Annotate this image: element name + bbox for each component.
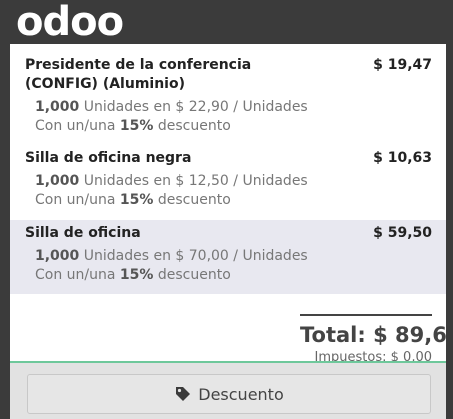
line-qty: 1,000 [35,99,80,115]
line-unit-text: Unidades en $ 22,90 / Unidades [83,99,308,115]
odoo-logo: odoo [16,0,124,45]
discount-suffix: descuento [157,267,231,283]
product-name: Silla de oficina negra [25,150,192,166]
tag-icon [174,385,192,403]
discount-button[interactable]: Descuento [27,374,431,414]
discount-button-label: Descuento [198,384,284,404]
orderline[interactable]: Presidente de la conferencia (CONFIG) (A… [10,56,446,136]
discount-suffix: descuento [157,192,231,208]
line-qty: 1,000 [35,248,80,264]
line-quantity-info: 1,000 Unidades en $ 12,50 / Unidades [35,172,432,191]
line-qty: 1,000 [35,173,80,189]
discount-prefix: Con un/una [35,267,116,283]
pos-header: odoo [0,0,453,44]
line-quantity-info: 1,000 Unidades en $ 70,00 / Unidades [35,247,432,266]
panel-edge [446,44,453,419]
line-unit-text: Unidades en $ 12,50 / Unidades [83,173,308,189]
product-name: Presidente de la conferencia (CONFIG) (A… [25,57,252,92]
line-quantity-info: 1,000 Unidades en $ 22,90 / Unidades [35,98,432,117]
line-price: $ 10,63 [373,150,432,166]
discount-prefix: Con un/una [35,118,116,134]
line-unit-text: Unidades en $ 70,00 / Unidades [83,248,308,264]
orderline[interactable]: Silla de oficina negra $ 10,63 1,000 Uni… [10,149,446,215]
control-buttons-bar: Descuento [10,361,446,419]
order-summary: Total: $ 89,60 Impuestos: $ 0,00 [300,314,446,366]
product-name: Silla de oficina [25,225,141,241]
discount-value: 15% [119,267,154,283]
orderline-selected[interactable]: Silla de oficina $ 59,50 1,000 Unidades … [10,220,446,294]
order-total: Total: $ 89,60 [300,323,446,347]
line-price: $ 59,50 [373,225,432,241]
discount-suffix: descuento [157,118,231,134]
line-discount-info: Con un/una 15% descuento [35,191,432,210]
line-discount-info: Con un/una 15% descuento [35,266,432,285]
discount-prefix: Con un/una [35,192,116,208]
discount-value: 15% [119,118,154,134]
discount-value: 15% [119,192,154,208]
line-discount-info: Con un/una 15% descuento [35,117,432,136]
line-price: $ 19,47 [373,57,432,73]
